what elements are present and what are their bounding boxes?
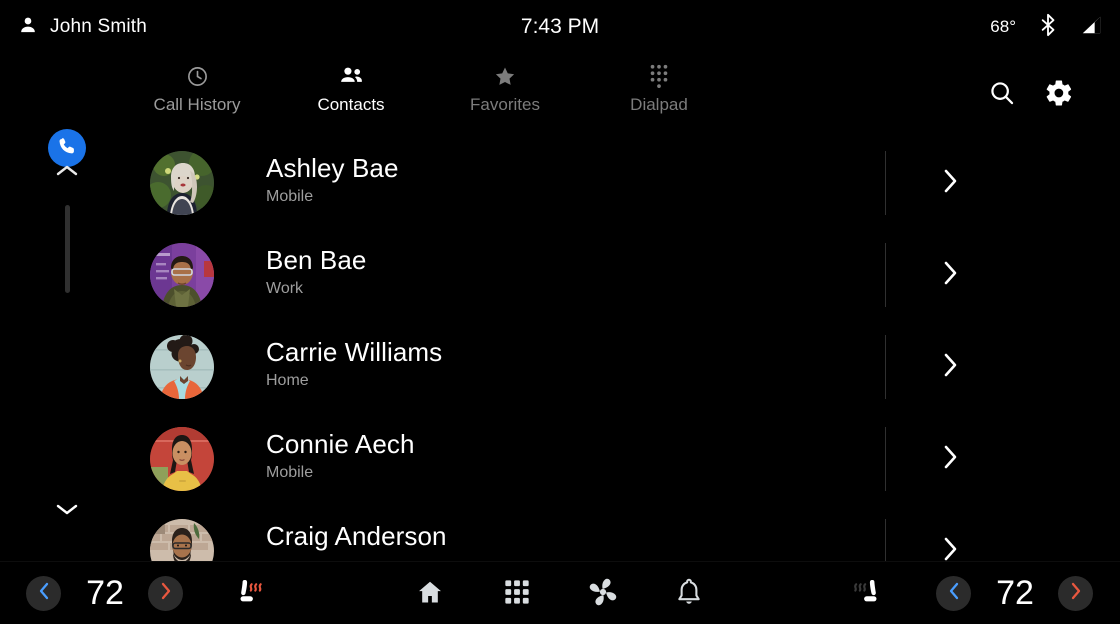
contact-row[interactable]: Ashley Bae Mobile <box>0 137 1120 229</box>
notifications-button[interactable] <box>669 576 709 612</box>
chevron-right-icon[interactable] <box>936 351 964 379</box>
heated-seat-icon <box>850 576 884 613</box>
clock-icon <box>186 64 209 88</box>
avatar-image-craig-anderson <box>150 519 214 561</box>
row-divider <box>885 519 886 561</box>
contact-rows: Ashley Bae Mobile Ben Bae Work Carrie Wi… <box>0 137 1120 561</box>
contact-text: Connie Aech Mobile <box>266 429 415 482</box>
row-divider <box>885 243 886 307</box>
chevron-right-icon[interactable] <box>936 167 964 195</box>
status-bar-center: 7:43 PM <box>0 0 1120 54</box>
fan-icon <box>587 577 619 612</box>
contact-name: Ben Bae <box>266 245 367 275</box>
avatar <box>150 151 214 215</box>
avatar-image-carrie-williams <box>150 335 214 399</box>
chevron-right-icon[interactable] <box>936 259 964 287</box>
status-bar: John Smith 7:43 PM 68° <box>0 0 1120 54</box>
tab-dialpad[interactable]: Dialpad <box>582 54 736 137</box>
contact-text: Craig Anderson <box>266 521 447 556</box>
home-button[interactable] <box>410 576 450 612</box>
driver-temperature-value: 72 <box>86 574 124 612</box>
tab-label: Favorites <box>470 95 540 114</box>
chevron-right-icon[interactable] <box>936 535 964 561</box>
avatar <box>150 519 214 561</box>
avatar-image-ben-bae <box>150 243 214 307</box>
chevron-right-icon <box>1069 581 1083 606</box>
apps-button[interactable] <box>497 576 537 612</box>
dialpad-icon <box>648 64 670 88</box>
tab-label: Dialpad <box>630 95 688 114</box>
chevron-left-icon <box>947 581 961 606</box>
home-icon <box>415 578 445 611</box>
tab-favorites[interactable]: Favorites <box>428 54 582 137</box>
driver-temp-decrease-button[interactable] <box>26 576 61 611</box>
contact-name: Connie Aech <box>266 429 415 459</box>
driver-temp-increase-button[interactable] <box>148 576 183 611</box>
tab-contacts[interactable]: Contacts <box>274 54 428 137</box>
bell-icon <box>675 577 703 612</box>
avatar <box>150 335 214 399</box>
signal-bars-icon <box>1080 14 1102 41</box>
outside-temperature: 68° <box>990 17 1016 36</box>
contact-label: Mobile <box>266 187 314 205</box>
person-icon <box>18 15 38 40</box>
status-bar-user[interactable]: John Smith <box>0 15 147 40</box>
climate-fan-button[interactable] <box>583 576 623 612</box>
contact-row[interactable]: Connie Aech Mobile <box>0 413 1120 505</box>
avatar <box>150 243 214 307</box>
contact-row[interactable]: Carrie Williams Home <box>0 321 1120 413</box>
avatar-image-ashley-bae <box>150 151 214 215</box>
contact-row[interactable]: Ben Bae Work <box>0 229 1120 321</box>
avatar-image-connie-aech <box>150 427 214 491</box>
bottom-bar: 72 72 <box>0 561 1120 624</box>
tab-list: Call History Contacts Favorites Dialpad <box>120 54 736 137</box>
contact-name: Ashley Bae <box>266 153 399 183</box>
row-divider <box>885 335 886 399</box>
chevron-right-icon[interactable] <box>936 443 964 471</box>
contacts-icon <box>339 64 364 88</box>
chevron-right-icon <box>159 581 173 606</box>
user-name: John Smith <box>50 16 148 37</box>
row-divider <box>885 151 886 215</box>
contact-label: Mobile <box>266 463 314 481</box>
search-button[interactable] <box>988 79 1016 112</box>
contact-text: Ben Bae Work <box>266 245 366 298</box>
contact-label: Home <box>266 371 309 389</box>
apps-grid-icon <box>503 578 531 611</box>
avatar <box>150 427 214 491</box>
tab-bar-actions <box>988 54 1120 137</box>
chevron-left-icon <box>37 581 51 606</box>
clock: 7:43 PM <box>520 15 600 38</box>
passenger-heated-seat-button[interactable] <box>847 576 887 612</box>
passenger-temp-increase-button[interactable] <box>1058 576 1093 611</box>
row-divider <box>885 427 886 491</box>
contact-name: Carrie Williams <box>266 337 443 367</box>
tab-call-history[interactable]: Call History <box>120 54 274 137</box>
contact-text: Carrie Williams Home <box>266 337 442 390</box>
star-icon <box>493 64 517 88</box>
contact-name: Craig Anderson <box>266 521 447 551</box>
heated-seat-icon <box>233 576 267 613</box>
contact-list-area: Ashley Bae Mobile Ben Bae Work Carrie Wi… <box>0 137 1120 561</box>
settings-button[interactable] <box>1044 78 1074 113</box>
passenger-temp-decrease-button[interactable] <box>936 576 971 611</box>
contact-label: Work <box>266 279 304 297</box>
tab-bar: Call History Contacts Favorites Dialpad <box>0 54 1120 167</box>
bluetooth-icon <box>1038 13 1058 42</box>
driver-heated-seat-button[interactable] <box>230 576 270 612</box>
contact-text: Ashley Bae Mobile <box>266 153 399 206</box>
contact-row[interactable]: Craig Anderson <box>0 505 1120 561</box>
tab-label: Call History <box>153 95 241 114</box>
status-bar-indicators: 68° <box>990 0 1102 54</box>
passenger-temperature-value: 72 <box>996 574 1034 612</box>
tab-label: Contacts <box>317 95 385 114</box>
